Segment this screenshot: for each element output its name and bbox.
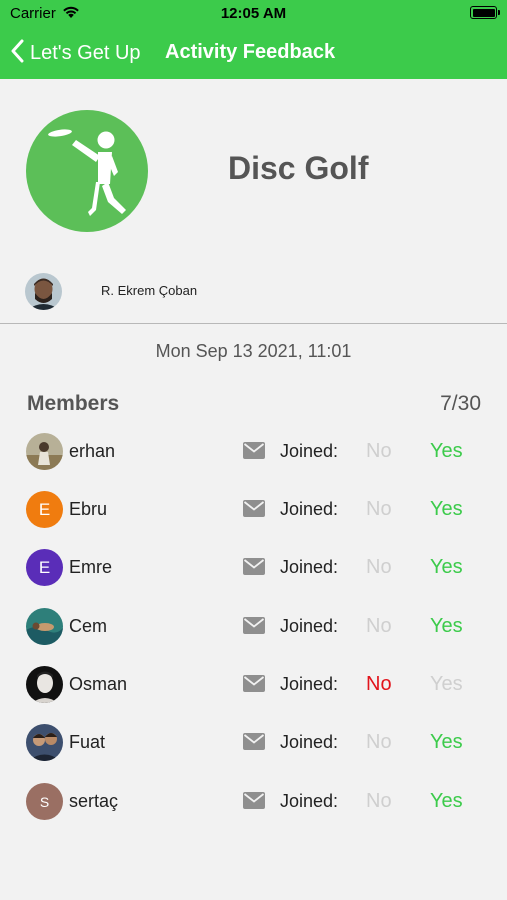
no-option[interactable]: No — [366, 498, 392, 521]
no-option[interactable]: No — [366, 440, 392, 463]
member-avatar[interactable]: E — [26, 549, 63, 586]
yes-option[interactable]: Yes — [430, 556, 463, 579]
activity-title: Disc Golf — [228, 150, 369, 186]
member-name: sertaç — [69, 791, 119, 811]
organizer-avatar[interactable] — [25, 273, 62, 310]
yes-option[interactable]: Yes — [430, 498, 463, 521]
yes-option[interactable]: Yes — [430, 790, 463, 813]
activity-datetime: Mon Sep 13 2021, 11:01 — [155, 341, 352, 361]
section-divider — [0, 323, 507, 324]
back-button[interactable]: Let's Get Up — [10, 39, 141, 68]
member-name: Fuat — [69, 732, 106, 752]
member-avatar[interactable]: S — [26, 783, 63, 820]
joined-label: Joined: — [280, 499, 339, 519]
member-avatar[interactable] — [26, 608, 63, 645]
member-row: Fuat Joined: No Yes — [0, 721, 507, 765]
frisbee-player-icon — [26, 110, 148, 232]
members-heading: Members — [27, 392, 120, 415]
joined-label: Joined: — [280, 791, 339, 811]
member-row: S sertaç Joined: No Yes — [0, 780, 507, 824]
yes-option[interactable]: Yes — [430, 673, 463, 696]
envelope-icon[interactable] — [243, 733, 265, 755]
member-row: E Emre Joined: No Yes — [0, 546, 507, 590]
no-option[interactable]: No — [366, 673, 392, 696]
status-time: 12:05 AM — [220, 5, 287, 22]
avatar-initial: E — [38, 557, 51, 577]
joined-label: Joined: — [280, 674, 339, 694]
member-avatar[interactable] — [26, 666, 63, 703]
member-name: Emre — [69, 557, 113, 577]
member-avatar[interactable] — [26, 433, 63, 470]
no-option[interactable]: No — [366, 790, 392, 813]
envelope-icon[interactable] — [243, 500, 265, 522]
no-option[interactable]: No — [366, 556, 392, 579]
yes-option[interactable]: Yes — [430, 440, 463, 463]
avatar-initial: E — [38, 499, 51, 519]
back-label: Let's Get Up — [30, 42, 141, 64]
organizer-name: R. Ekrem Çoban — [101, 283, 198, 298]
top-bar: Carrier 12:05 AM Let's Get Up Activity F… — [0, 0, 507, 79]
no-option[interactable]: No — [366, 615, 392, 638]
envelope-icon[interactable] — [243, 617, 265, 639]
envelope-icon[interactable] — [243, 675, 265, 697]
member-avatar[interactable] — [26, 724, 63, 761]
member-avatar[interactable]: E — [26, 491, 63, 528]
navigation-bar: Let's Get Up Activity Feedback — [0, 30, 507, 74]
member-row: Cem Joined: No Yes — [0, 605, 507, 649]
member-row: Osman Joined: No Yes — [0, 663, 507, 707]
envelope-icon[interactable] — [243, 442, 265, 464]
member-name: Ebru — [69, 499, 108, 519]
battery-icon — [470, 6, 500, 19]
joined-label: Joined: — [280, 616, 339, 636]
member-name: Osman — [69, 674, 128, 694]
page-title: Activity Feedback — [165, 41, 336, 63]
status-bar: Carrier 12:05 AM — [0, 0, 507, 28]
joined-label: Joined: — [280, 732, 339, 752]
member-name: Cem — [69, 616, 108, 636]
envelope-icon[interactable] — [243, 558, 265, 580]
joined-label: Joined: — [280, 557, 339, 577]
member-row: erhan Joined: No Yes — [0, 430, 507, 474]
members-count: 7/30 — [440, 392, 481, 415]
joined-label: Joined: — [280, 441, 339, 461]
avatar-initial: S — [39, 793, 50, 810]
chevron-left-icon — [10, 39, 24, 68]
envelope-icon[interactable] — [243, 792, 265, 814]
member-row: E Ebru Joined: No Yes — [0, 488, 507, 532]
yes-option[interactable]: Yes — [430, 615, 463, 638]
no-option[interactable]: No — [366, 731, 392, 754]
member-name: erhan — [69, 441, 116, 461]
yes-option[interactable]: Yes — [430, 731, 463, 754]
